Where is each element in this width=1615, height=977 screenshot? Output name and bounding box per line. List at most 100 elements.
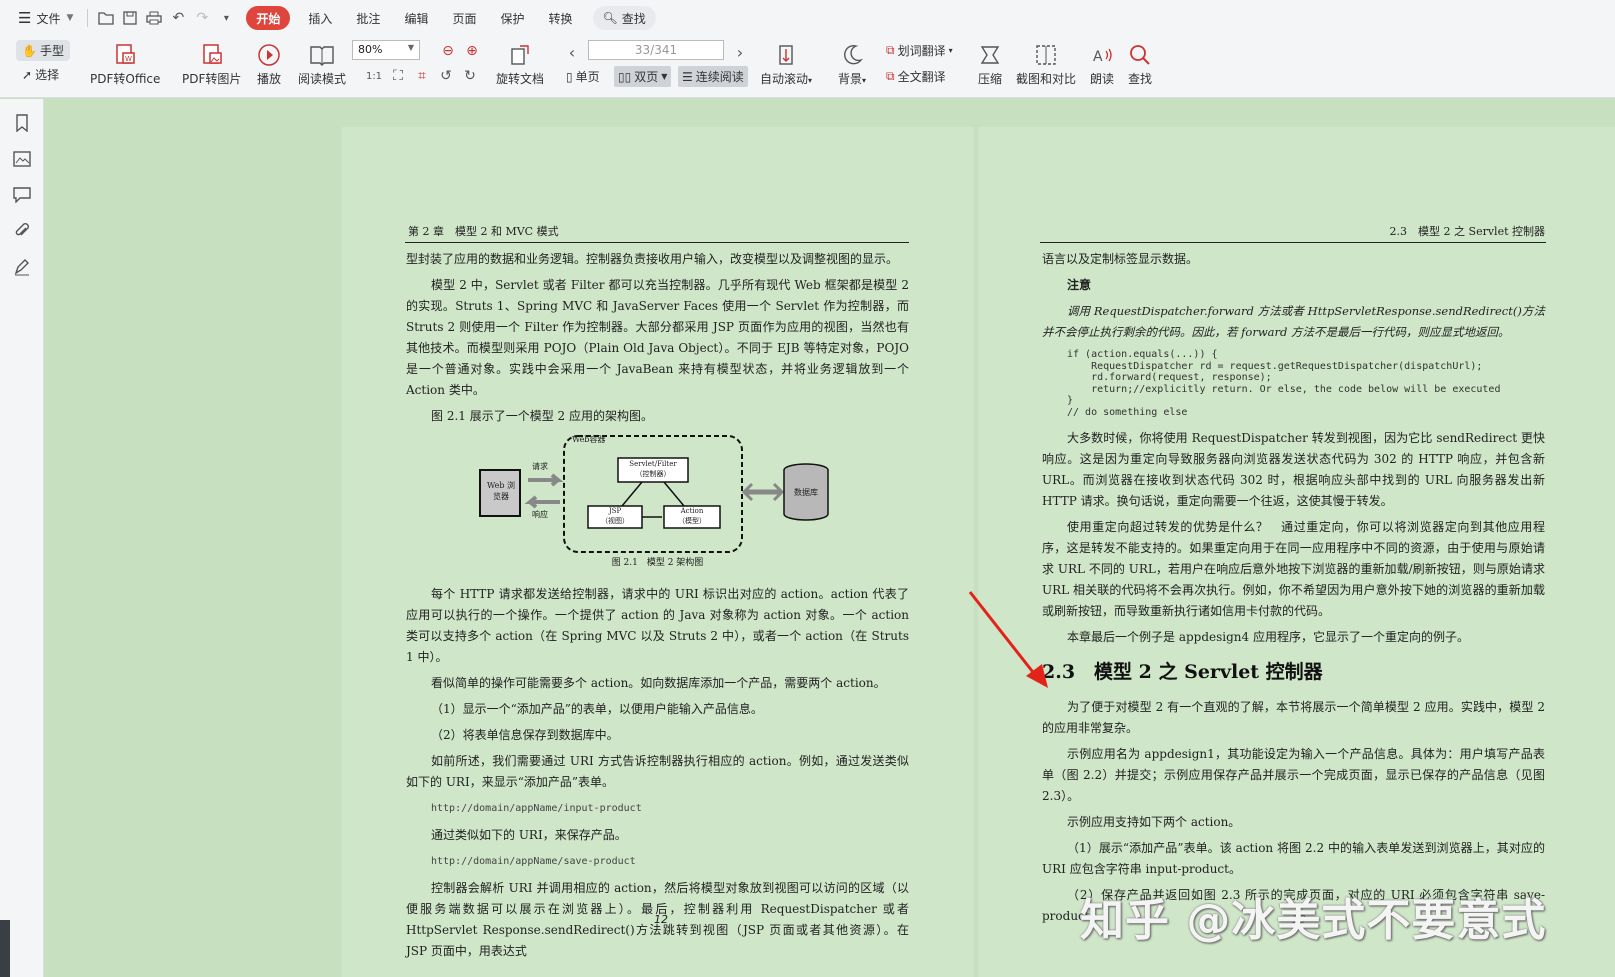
cursor-icon: ➚ (22, 67, 33, 82)
print-icon[interactable] (142, 6, 166, 30)
double-page-button[interactable]: ▯▯ 双页 ▼ (614, 66, 672, 87)
more-chevron-icon[interactable]: ▾ (214, 6, 238, 30)
book-icon (309, 40, 335, 70)
single-page-label: 单页 (575, 70, 600, 84)
auto-scroll-icon (774, 40, 798, 70)
tab-insert[interactable]: 插入 (296, 6, 344, 30)
previous-page-icon[interactable]: ‹ (560, 40, 584, 64)
hand-tool-button[interactable]: ✋ 手型 (16, 40, 70, 61)
page-number-input[interactable]: 33/341 (588, 40, 724, 60)
bookmark-icon[interactable] (0, 105, 44, 141)
pdf-to-image-button[interactable]: PDF转图片 (182, 40, 241, 87)
paragraph: 示例应用支持如下两个 action。 (1067, 815, 1241, 829)
figure-caption: 图 2.1 模型 2 架构图 (611, 558, 704, 568)
save-icon[interactable] (118, 6, 142, 30)
comment-icon[interactable] (0, 177, 44, 213)
play-icon (257, 40, 281, 70)
paragraph: 大多数时候，你将使用 RequestDispatcher 转发到视图，因为它比 … (1042, 431, 1545, 508)
read-mode-button[interactable]: 阅读模式 (298, 40, 346, 87)
rotate-right-icon[interactable]: ↻ (458, 64, 482, 88)
figure-label: Action (680, 507, 704, 515)
paragraph: 使用重定向超过转发的优势是什么？ 通过重定向，你可以将浏览器定向到其他应用程序，… (1042, 520, 1545, 618)
pdf-to-image-icon (200, 40, 224, 70)
figure-label: Web容器 (572, 435, 606, 444)
pdf-to-office-icon: W (113, 40, 137, 70)
search-label: 查找 (621, 11, 646, 26)
next-page-icon[interactable]: › (728, 40, 752, 64)
chevron-down-icon: ▾ (948, 46, 953, 55)
continuous-icon: ☰ (682, 69, 693, 84)
svg-text:W: W (125, 55, 132, 63)
chevron-down-icon: ▼ (66, 13, 74, 23)
magnifier-icon (1128, 40, 1152, 70)
background-button[interactable]: 背景▾ (838, 40, 866, 87)
word-translate-label: 划词翻译 (897, 44, 946, 58)
chevron-down-icon: ▾ (862, 76, 867, 85)
rotate-document-button[interactable]: 旋转文档 (496, 40, 544, 87)
chevron-down-icon: ▾ (808, 76, 813, 85)
pdf-to-image-label: PDF转图片 (182, 72, 242, 86)
read-aloud-button[interactable]: A 朗读 (1090, 40, 1114, 87)
play-label: 播放 (257, 72, 282, 86)
paragraph: 型封装了应用的数据和业务逻辑。控制器负责接收用户输入，改变模型以及调整视图的显示… (406, 252, 899, 266)
file-menu[interactable]: ☰ 文件 ▼ (10, 6, 81, 30)
continuous-read-button[interactable]: ☰ 连续阅读 (678, 66, 748, 87)
single-page-button[interactable]: ▯ 单页 (566, 68, 600, 85)
tab-page[interactable]: 页面 (440, 6, 488, 30)
full-translate-button[interactable]: ⧉ 全文翻译 (886, 68, 946, 85)
screenshot-compare-button[interactable]: 截图和对比 (1016, 40, 1076, 87)
play-button[interactable]: 播放 (257, 40, 281, 87)
paragraph: 模型 2 中，Servlet 或者 Filter 都可以充当控制器。几乎所有现代… (406, 278, 909, 397)
menu-bar: ☰ 文件 ▼ ↶ ↷ ▾ 开始 插入 批注 编辑 页面 保护 转换 🔍︎ 查找 (0, 0, 1615, 36)
paragraph: 示例应用名为 appdesign1，其功能设定为输入一个产品信息。具体为：用户填… (1042, 747, 1545, 803)
figure-label: 请求 (532, 462, 548, 471)
redo-icon[interactable]: ↷ (190, 6, 214, 30)
figure-label: （模型） (678, 517, 706, 525)
attachment-icon[interactable] (0, 213, 44, 249)
paragraph: 看似简单的操作可能需要多个 action。如向数据库添加一个产品，需要两个 ac… (431, 676, 886, 690)
screenshot-compare-label: 截图和对比 (1016, 72, 1077, 86)
rotate-left-icon[interactable]: ↺ (434, 64, 458, 88)
read-mode-label: 阅读模式 (298, 72, 347, 86)
figure-label: （视图） (601, 517, 629, 525)
tab-protect[interactable]: 保护 (488, 6, 536, 30)
pdf-to-office-button[interactable]: W PDF转Office (90, 40, 160, 87)
compress-button[interactable]: 压缩 (978, 40, 1002, 87)
header-rule (405, 242, 909, 243)
watermark: 知乎 @冰美式不要意式 (1080, 895, 1547, 946)
pdf-page-right: 2.3 模型 2 之 Servlet 控制器 语言以及定制标签显示数据。 注意 … (978, 127, 1615, 977)
continuous-label: 连续阅读 (695, 70, 744, 84)
tab-start[interactable]: 开始 (246, 6, 291, 30)
header-rule (1040, 242, 1546, 243)
paragraph: 通过类似如下的 URI，来保存产品。 (431, 828, 627, 842)
tab-convert[interactable]: 转换 (536, 6, 584, 30)
zoom-select[interactable]: 80% ▼ (352, 40, 420, 60)
compress-label: 压缩 (978, 72, 1003, 86)
word-translate-button[interactable]: ⧉ 划词翻译 ▾ (886, 42, 953, 59)
auto-scroll-button[interactable]: 自动滚动▾ (760, 40, 812, 87)
translate-icon: ⧉ (886, 43, 895, 57)
background-label: 背景 (838, 72, 863, 86)
find-button[interactable]: 查找 (1128, 40, 1152, 87)
code-block: if (action.equals(...)) { RequestDispatc… (1067, 349, 1501, 418)
zoom-in-icon[interactable]: ⊕ (460, 39, 484, 63)
speaker-a-icon: A (1090, 40, 1114, 70)
fit-page-icon[interactable]: ⛶ (386, 64, 410, 88)
tab-edit[interactable]: 编辑 (392, 6, 440, 30)
tab-annotate[interactable]: 批注 (344, 6, 392, 30)
open-folder-icon[interactable] (94, 6, 118, 30)
rotate-document-label: 旋转文档 (496, 72, 545, 86)
fit-width-icon[interactable]: ⌗ (410, 64, 434, 88)
undo-icon[interactable]: ↶ (166, 6, 190, 30)
select-tool-button[interactable]: ➚ 选择 (22, 66, 59, 83)
file-menu-label: 文件 (36, 11, 61, 26)
signature-icon[interactable] (0, 249, 44, 285)
paragraph: 为了便于对模型 2 有一个直观的了解，本节将展示一个简单模型 2 应用。实践中，… (1042, 700, 1545, 735)
figure-label: JSP (608, 507, 622, 515)
sidebar-scroll-indicator[interactable] (0, 920, 10, 977)
actual-size-icon[interactable]: 1:1 (362, 64, 386, 88)
search-button[interactable]: 🔍︎ 查找 (592, 6, 656, 30)
thumbnail-icon[interactable] (0, 141, 44, 177)
paragraph: （2）将表单信息保存到数据库中。 (431, 728, 619, 742)
zoom-out-icon[interactable]: ⊖ (436, 39, 460, 63)
